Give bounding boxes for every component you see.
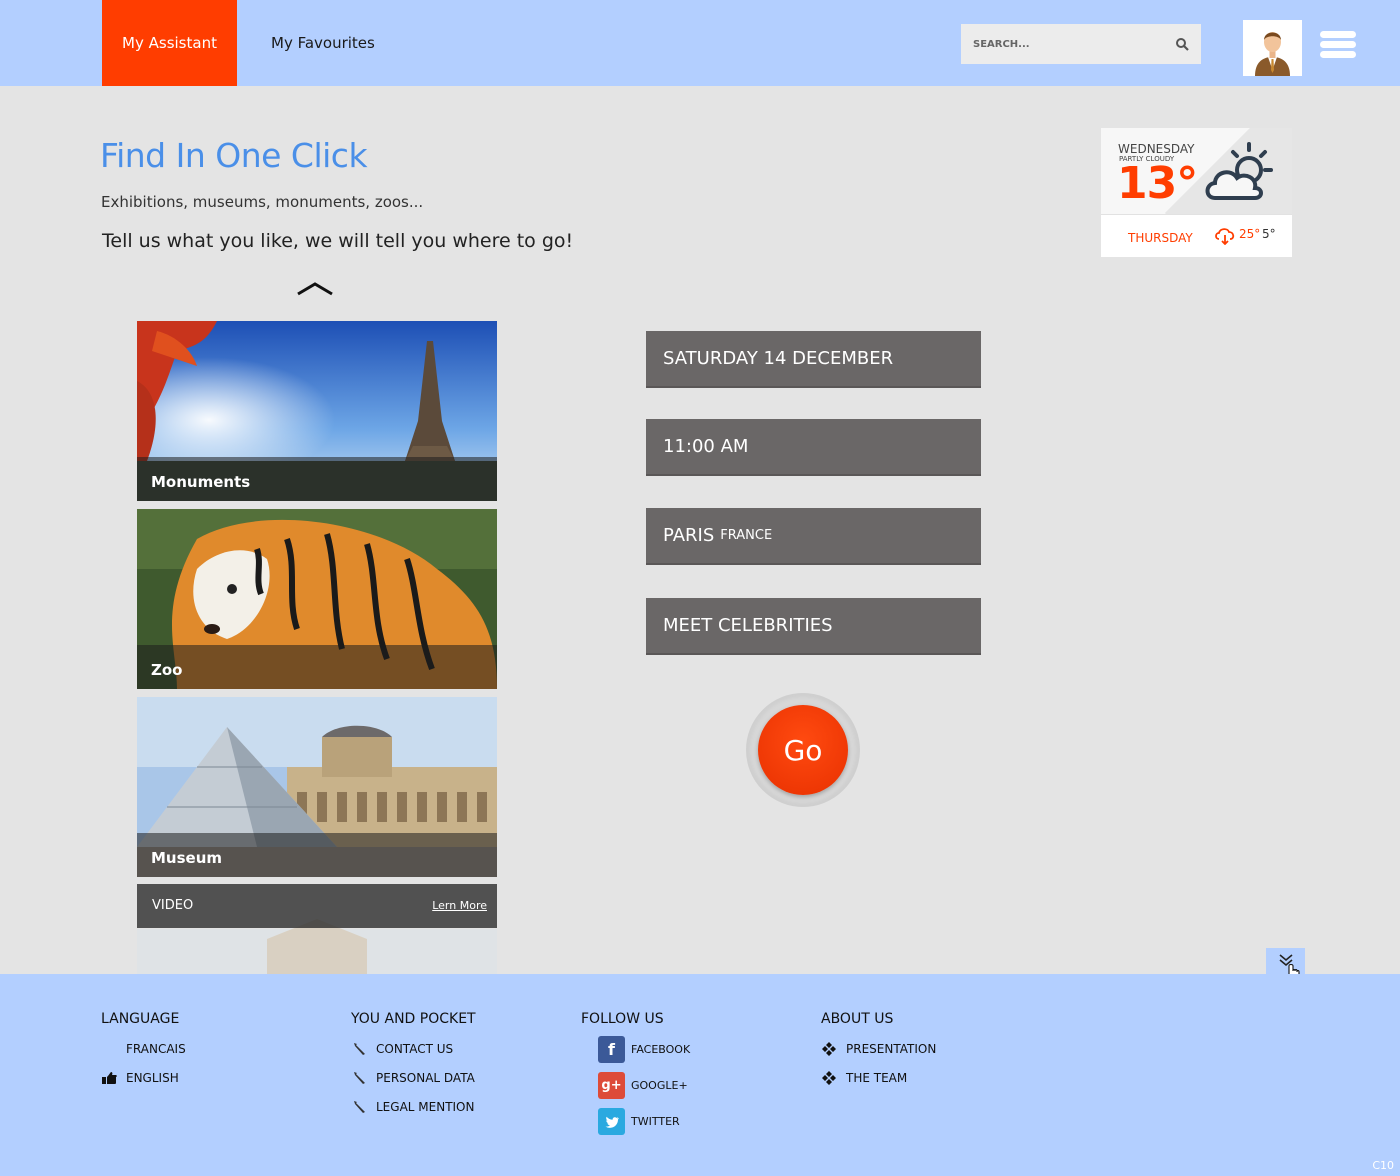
- diamond-bullet-icon: [822, 1071, 836, 1085]
- google-plus-icon: g+: [598, 1072, 625, 1099]
- video-card[interactable]: VIDEO Lern More: [137, 884, 497, 974]
- footer-language-title: LANGUAGE: [101, 1011, 180, 1027]
- corner-label: C10: [1372, 1159, 1394, 1172]
- footer-link-label: LEGAL MENTION: [376, 1100, 475, 1114]
- forecast-day: THURSDAY: [1128, 231, 1193, 245]
- footer-link-label: THE TEAM: [846, 1071, 908, 1085]
- chevron-up-icon[interactable]: [296, 280, 334, 298]
- hamburger-menu-icon[interactable]: [1320, 31, 1356, 59]
- weather-divider: [1101, 214, 1292, 215]
- user-avatar[interactable]: [1243, 20, 1302, 76]
- user-avatar-icon: [1243, 20, 1302, 76]
- time-selector[interactable]: 11:00 AM: [646, 419, 981, 476]
- footer-link-label: PERSONAL DATA: [376, 1071, 475, 1085]
- learn-more-link[interactable]: Lern More: [432, 899, 487, 912]
- language-option-english[interactable]: ENGLISH: [101, 1070, 179, 1086]
- blank-icon: [101, 1041, 117, 1057]
- language-option-francais[interactable]: FRANCAIS: [101, 1041, 186, 1057]
- partly-cloudy-icon: [1205, 142, 1273, 200]
- contact-us-link[interactable]: CONTACT US: [351, 1041, 453, 1057]
- language-label: FRANCAIS: [126, 1042, 186, 1056]
- language-label: ENGLISH: [126, 1071, 179, 1085]
- footer-link-label: CONTACT US: [376, 1042, 454, 1056]
- social-label: FACEBOOK: [631, 1043, 691, 1056]
- footer-follow-us-title: FOLLOW US: [581, 1011, 664, 1027]
- footer-about-us-title: ABOUT US: [821, 1011, 894, 1027]
- category-label: Zoo: [151, 661, 183, 679]
- personal-data-link[interactable]: PERSONAL DATA: [351, 1070, 475, 1086]
- go-button[interactable]: Go: [758, 705, 848, 795]
- search-box: [961, 24, 1201, 64]
- search-icon[interactable]: [1175, 37, 1189, 51]
- weather-day: WEDNESDAY: [1118, 142, 1195, 156]
- video-label: VIDEO: [152, 898, 194, 913]
- category-card-museum[interactable]: Museum: [137, 697, 497, 877]
- search-input[interactable]: [961, 24, 1161, 64]
- weather-today: WEDNESDAY PARTLY CLOUDY 13°: [1101, 128, 1292, 214]
- twitter-icon: [598, 1108, 625, 1135]
- footer-you-and-pocket-title: YOU AND POCKET: [351, 1011, 476, 1027]
- diamond-bullet-icon: [822, 1042, 836, 1056]
- category-card-zoo[interactable]: Zoo: [137, 509, 497, 689]
- twitter-link[interactable]: TWITTER: [598, 1108, 680, 1135]
- category-label: Monuments: [151, 473, 251, 491]
- activity-value: MEET CELEBRITIES: [663, 615, 833, 636]
- scroll-down-button[interactable]: [1266, 948, 1305, 982]
- footer: LANGUAGE FRANCAIS ENGLISH YOU AND POCKET…: [0, 974, 1400, 1176]
- cloud-rain-icon: [1215, 228, 1235, 245]
- pencil-icon: [354, 1043, 365, 1055]
- google-plus-link[interactable]: g+ GOOGLE+: [598, 1072, 688, 1099]
- location-selector[interactable]: PARIS FRANCE: [646, 508, 981, 565]
- legal-mention-link[interactable]: LEGAL MENTION: [351, 1099, 474, 1115]
- card-caption-bar: [137, 645, 497, 689]
- social-label: GOOGLE+: [631, 1079, 688, 1092]
- page-subtitle: Exhibitions, museums, monuments, zoos...: [101, 193, 424, 211]
- date-selector[interactable]: SATURDAY 14 DECEMBER: [646, 331, 981, 388]
- page-tagline: Tell us what you like, we will tell you …: [102, 230, 574, 252]
- facebook-icon: f: [598, 1036, 625, 1063]
- category-label: Museum: [151, 849, 223, 867]
- top-navigation-bar: My Assistant My Favourites: [0, 0, 1400, 86]
- tab-my-favourites[interactable]: My Favourites: [271, 0, 375, 86]
- pointing-hand-icon: [102, 1072, 117, 1084]
- category-card-monuments[interactable]: Monuments: [137, 321, 497, 501]
- presentation-link[interactable]: PRESENTATION: [821, 1041, 936, 1057]
- city-value: PARIS: [663, 525, 715, 546]
- page-title: Find In One Click: [100, 136, 368, 175]
- footer-link-label: PRESENTATION: [846, 1042, 937, 1056]
- pencil-icon: [354, 1072, 365, 1084]
- facebook-link[interactable]: f FACEBOOK: [598, 1036, 690, 1063]
- weather-temperature: 13°: [1117, 158, 1198, 209]
- activity-selector[interactable]: MEET CELEBRITIES: [646, 598, 981, 655]
- time-value: 11:00 AM: [663, 436, 749, 457]
- the-team-link[interactable]: THE TEAM: [821, 1070, 907, 1086]
- tab-my-assistant[interactable]: My Assistant: [102, 0, 237, 86]
- weather-widget: WEDNESDAY PARTLY CLOUDY 13° THURSDAY 25°…: [1101, 128, 1292, 257]
- forecast-low: 5°: [1262, 227, 1276, 241]
- social-label: TWITTER: [631, 1115, 680, 1128]
- country-value: FRANCE: [720, 528, 773, 543]
- forecast-high: 25°: [1239, 227, 1261, 241]
- date-value: SATURDAY 14 DECEMBER: [663, 348, 894, 369]
- pencil-icon: [354, 1101, 365, 1113]
